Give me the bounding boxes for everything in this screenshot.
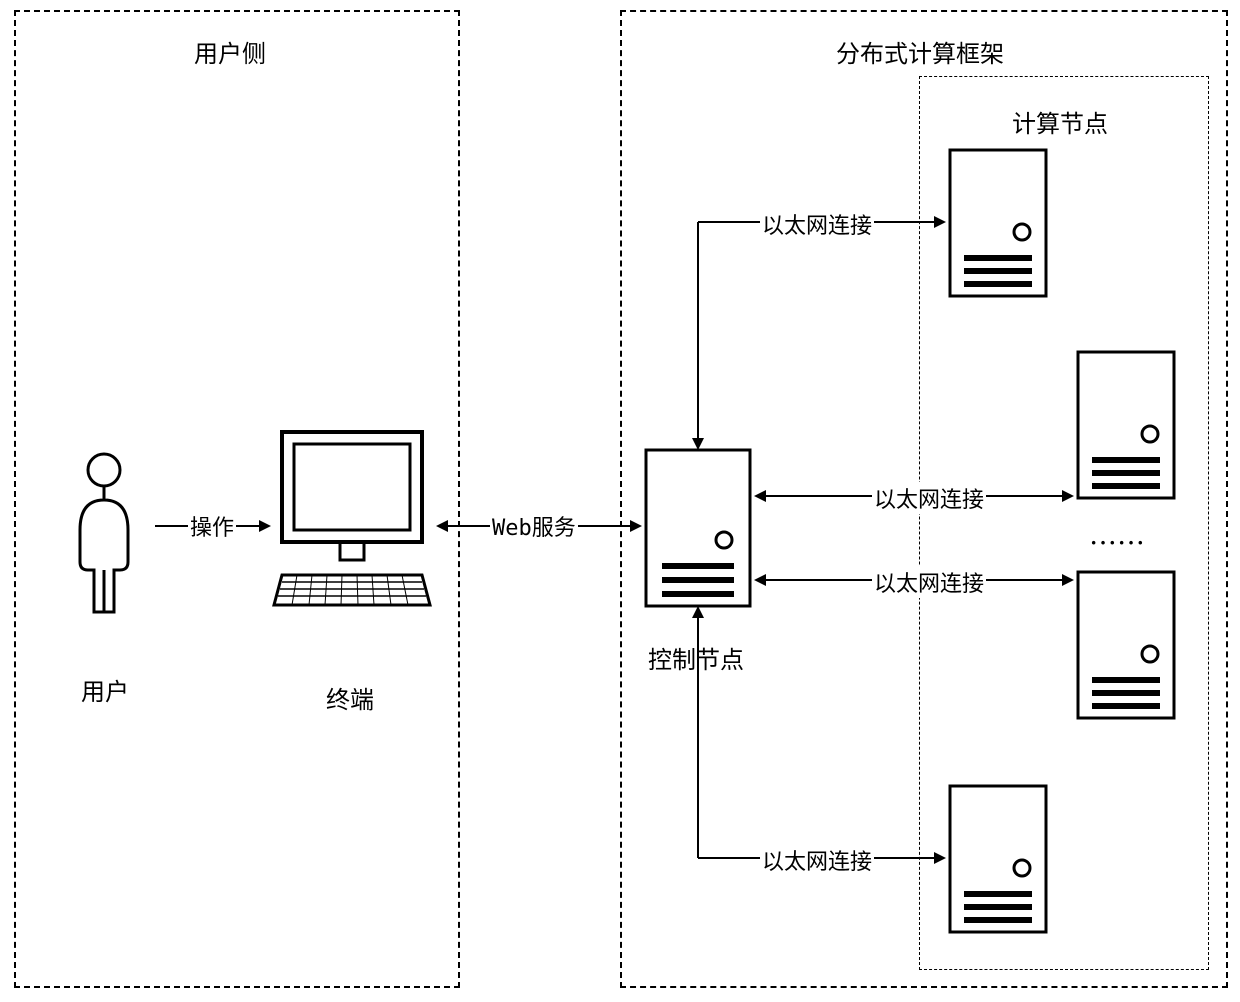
ethernet-label-2: 以太网连接: [872, 482, 986, 514]
framework-title: 分布式计算框架: [780, 34, 1060, 69]
user-side-title: 用户侧: [170, 34, 290, 69]
terminal-icon: [272, 427, 432, 617]
compute-node-4-icon: [948, 784, 1048, 934]
compute-node-title: 计算节点: [990, 104, 1130, 139]
ellipsis: ······: [1090, 530, 1146, 556]
control-node-icon: [644, 448, 752, 608]
terminal-label: 终端: [310, 680, 390, 715]
compute-node-1-icon: [948, 148, 1048, 298]
ethernet-label-3: 以太网连接: [872, 566, 986, 598]
operation-label: 操作: [188, 510, 236, 542]
diagram-container: 用户侧 分布式计算框架 计算节点 用户 终端 操作: [0, 0, 1240, 1002]
ethernet-label-4: 以太网连接: [760, 844, 874, 876]
compute-node-3-icon: [1076, 570, 1176, 720]
ethernet-label-1: 以太网连接: [760, 208, 874, 240]
user-icon: [64, 452, 144, 622]
compute-node-2-icon: [1076, 350, 1176, 500]
ethernet-arrow-1: [690, 212, 946, 450]
web-service-label: Web服务: [490, 510, 578, 542]
user-label: 用户: [70, 672, 140, 707]
ethernet-arrow-4: [690, 606, 946, 868]
